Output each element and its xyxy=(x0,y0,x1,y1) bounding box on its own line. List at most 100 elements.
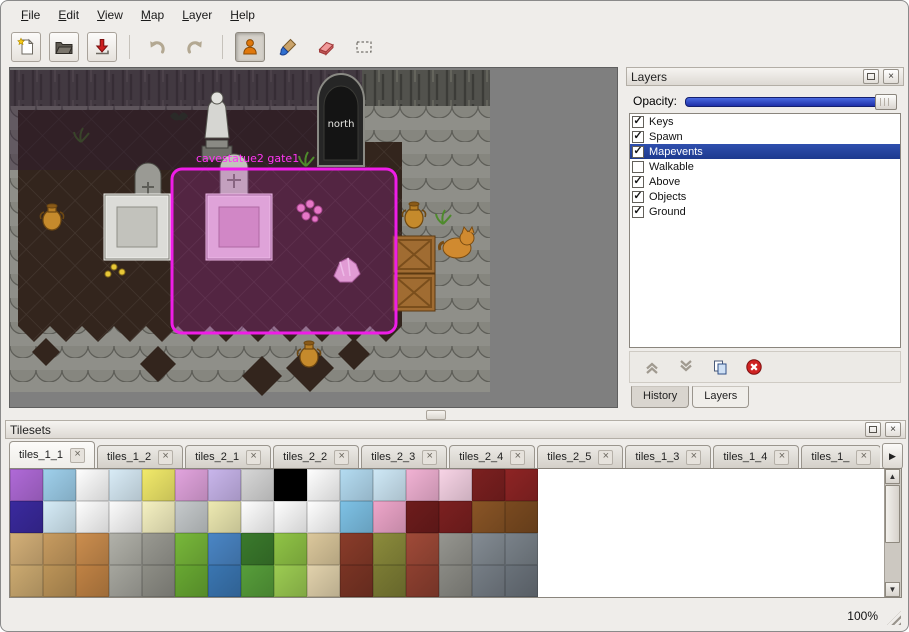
tileset-tile[interactable] xyxy=(208,533,241,565)
tileset-tile[interactable] xyxy=(406,501,439,533)
resize-grip[interactable] xyxy=(887,611,901,625)
close-icon[interactable]: × xyxy=(774,450,789,465)
close-icon[interactable]: × xyxy=(334,450,349,465)
open-button[interactable] xyxy=(49,32,79,62)
tileset-tile[interactable] xyxy=(142,501,175,533)
tileset-tile[interactable] xyxy=(43,533,76,565)
close-icon[interactable]: × xyxy=(158,450,173,465)
tileset-tile[interactable] xyxy=(307,565,340,597)
tileset-tile[interactable] xyxy=(340,469,373,501)
splitter-grip[interactable] xyxy=(426,410,446,420)
menu-item[interactable]: Edit xyxy=(50,5,87,25)
tileset-tab[interactable]: tiles_2_1 × xyxy=(185,445,271,468)
tileset-tile[interactable] xyxy=(340,565,373,597)
layer-row[interactable]: ✓ Spawn xyxy=(630,129,900,144)
splitter-vertical[interactable] xyxy=(618,67,626,408)
tileset-tab[interactable]: tiles_1_3 × xyxy=(625,445,711,468)
layer-row[interactable]: ✓ Walkable xyxy=(630,159,900,174)
layer-row[interactable]: ✓ Mapevents xyxy=(630,144,900,159)
tab-scroll-right-button[interactable]: ▶ xyxy=(882,443,903,469)
tileset-tile[interactable] xyxy=(175,501,208,533)
tileset-tile[interactable] xyxy=(439,533,472,565)
tileset-tile[interactable] xyxy=(307,501,340,533)
scroll-down-button[interactable]: ▼ xyxy=(885,582,900,597)
layer-visibility-checkbox[interactable]: ✓ xyxy=(632,116,644,128)
tileset-tile[interactable] xyxy=(307,533,340,565)
tileset-tile[interactable] xyxy=(142,469,175,501)
tileset-tile[interactable] xyxy=(373,469,406,501)
tileset-scrollbar[interactable]: ▲ ▼ xyxy=(884,469,901,597)
close-panel-button[interactable]: × xyxy=(885,422,901,437)
close-icon[interactable]: × xyxy=(856,450,871,465)
tileset-tile[interactable] xyxy=(274,533,307,565)
close-icon[interactable]: × xyxy=(422,450,437,465)
undo-button[interactable] xyxy=(142,32,172,62)
new-file-button[interactable] xyxy=(11,32,41,62)
layer-visibility-checkbox[interactable]: ✓ xyxy=(632,131,644,143)
tileset-tile[interactable] xyxy=(439,565,472,597)
tileset-tile[interactable] xyxy=(175,533,208,565)
tileset-tile[interactable] xyxy=(472,565,505,597)
float-panel-button[interactable] xyxy=(863,69,879,84)
raise-layer-button[interactable] xyxy=(640,355,664,379)
tileset-tile[interactable] xyxy=(373,501,406,533)
tileset-tile[interactable] xyxy=(505,565,538,597)
tileset-tile[interactable] xyxy=(10,565,43,597)
tileset-tile[interactable] xyxy=(241,565,274,597)
layer-row[interactable]: ✓ Above xyxy=(630,174,900,189)
tileset-tile[interactable] xyxy=(109,565,142,597)
opacity-slider[interactable] xyxy=(685,92,897,110)
tileset-tile[interactable] xyxy=(274,501,307,533)
tileset-tile[interactable] xyxy=(43,565,76,597)
menu-item[interactable]: Help xyxy=(222,5,263,25)
close-icon[interactable]: × xyxy=(598,450,613,465)
tileset-tab[interactable]: tiles_2_2 × xyxy=(273,445,359,468)
tileset-tile[interactable] xyxy=(439,469,472,501)
layer-visibility-checkbox[interactable]: ✓ xyxy=(632,146,644,158)
tileset-tile[interactable] xyxy=(340,533,373,565)
tileset-tile[interactable] xyxy=(472,469,505,501)
tileset-tile[interactable] xyxy=(175,565,208,597)
tileset-tile[interactable] xyxy=(109,501,142,533)
tileset-tile[interactable] xyxy=(472,501,505,533)
tileset-tile[interactable] xyxy=(373,533,406,565)
menu-item[interactable]: View xyxy=(89,5,131,25)
close-panel-button[interactable]: × xyxy=(883,69,899,84)
tileset-tile[interactable] xyxy=(505,533,538,565)
tileset-tile[interactable] xyxy=(274,565,307,597)
tileset-tile[interactable] xyxy=(43,501,76,533)
layer-visibility-checkbox[interactable]: ✓ xyxy=(632,206,644,218)
tileset-tab[interactable]: tiles_1_ × xyxy=(801,445,880,468)
tileset-tile[interactable] xyxy=(76,533,109,565)
tileset-tile[interactable] xyxy=(241,469,274,501)
close-icon[interactable]: × xyxy=(70,448,85,463)
tileset-tile[interactable] xyxy=(472,533,505,565)
tileset-tile[interactable] xyxy=(373,565,406,597)
tileset-tile[interactable] xyxy=(109,533,142,565)
layer-row[interactable]: ✓ Objects xyxy=(630,189,900,204)
tileset-tab[interactable]: tiles_2_3 × xyxy=(361,445,447,468)
scroll-up-button[interactable]: ▲ xyxy=(885,469,900,484)
layer-row[interactable]: ✓ Keys xyxy=(630,114,900,129)
tileset-tile[interactable] xyxy=(109,469,142,501)
tileset-tile[interactable] xyxy=(406,469,439,501)
tileset-tile[interactable] xyxy=(439,501,472,533)
close-icon[interactable]: × xyxy=(510,450,525,465)
stamp-tool-button[interactable] xyxy=(235,32,265,62)
map-selection-rect[interactable] xyxy=(172,169,396,333)
tileset-tab[interactable]: tiles_1_1 × xyxy=(9,441,95,468)
tileset-tile[interactable] xyxy=(241,501,274,533)
tileset-tile[interactable] xyxy=(274,469,307,501)
redo-button[interactable] xyxy=(180,32,210,62)
eraser-tool-button[interactable] xyxy=(311,32,341,62)
duplicate-layer-button[interactable] xyxy=(708,355,732,379)
tileset-tile[interactable] xyxy=(406,565,439,597)
tileset-tile[interactable] xyxy=(76,469,109,501)
scrollbar-thumb[interactable] xyxy=(885,485,900,543)
tab-layers[interactable]: Layers xyxy=(692,386,749,408)
tileset-tile[interactable] xyxy=(208,565,241,597)
tileset-tile[interactable] xyxy=(208,501,241,533)
close-icon[interactable]: × xyxy=(246,450,261,465)
layer-visibility-checkbox[interactable]: ✓ xyxy=(632,191,644,203)
tileset-tile[interactable] xyxy=(142,533,175,565)
